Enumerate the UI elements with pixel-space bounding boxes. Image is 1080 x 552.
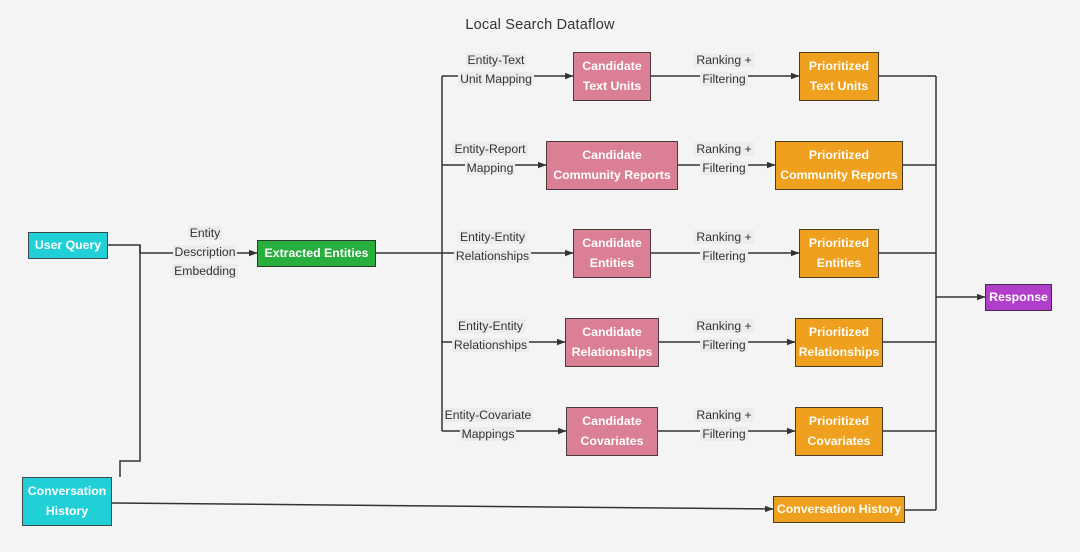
diagram-edges	[108, 72, 986, 513]
node-user-query[interactable]: User Query	[28, 232, 108, 259]
node-candidate-covariates[interactable]: Candidate Covariates	[566, 407, 658, 456]
node-prioritized-text-units[interactable]: Prioritized Text Units	[799, 52, 879, 101]
node-conversation-history-input[interactable]: Conversation History	[22, 477, 112, 526]
node-prioritized-relationships[interactable]: Prioritized Relationships	[795, 318, 883, 367]
node-prioritized-community-reports[interactable]: Prioritized Community Reports	[775, 141, 903, 190]
node-extracted-entities[interactable]: Extracted Entities	[257, 240, 376, 267]
node-prioritized-covariates[interactable]: Prioritized Covariates	[795, 407, 883, 456]
node-prioritized-entities[interactable]: Prioritized Entities	[799, 229, 879, 278]
node-candidate-relationships[interactable]: Candidate Relationships	[565, 318, 659, 367]
node-response[interactable]: Response	[985, 284, 1052, 311]
node-candidate-text-units[interactable]: Candidate Text Units	[573, 52, 651, 101]
node-conversation-history-output[interactable]: Conversation History	[773, 496, 905, 523]
node-candidate-community-reports[interactable]: Candidate Community Reports	[546, 141, 678, 190]
node-candidate-entities[interactable]: Candidate Entities	[573, 229, 651, 278]
